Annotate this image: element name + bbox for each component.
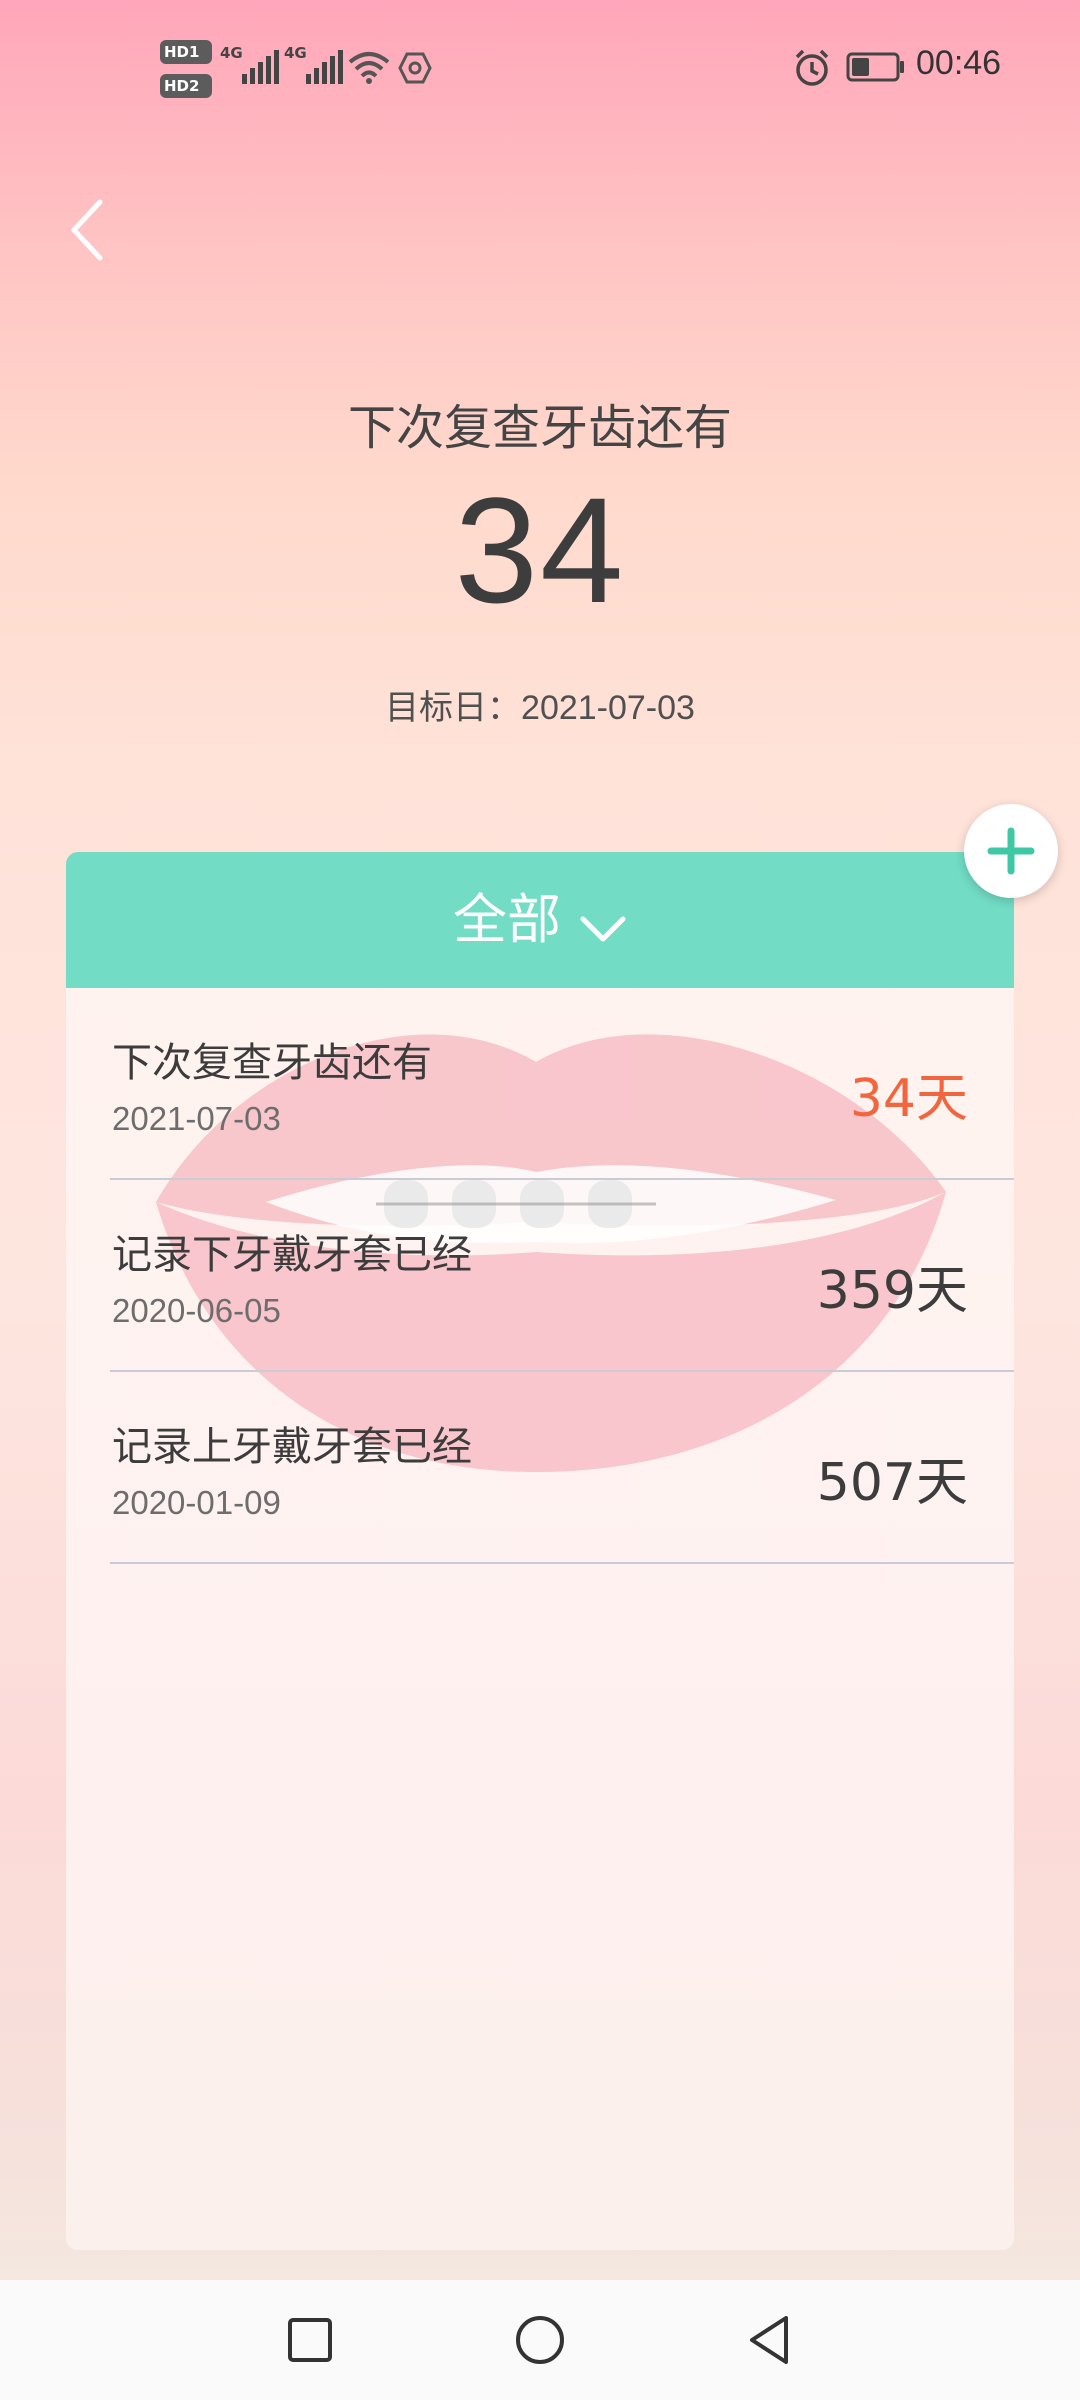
event-days: 507天 [816,1453,968,1513]
event-date: 2020-06-05 [112,1292,281,1329]
sim-indicators: HD1 HD2 [160,36,212,100]
event-date: 2021-07-03 [112,1100,281,1137]
event-row[interactable]: 记录上牙戴牙套已经 2020-01-09 507天 [66,1372,1014,1564]
signal-strength-icon: 4G [284,44,344,84]
back-nav-button[interactable] [740,2310,800,2370]
event-row[interactable]: 下次复查牙齿还有 2021-07-03 34天 [66,988,1014,1180]
event-days: 34天 [849,1069,968,1129]
hotspot-hex-icon [398,52,432,84]
event-row[interactable]: 记录下牙戴牙套已经 2020-06-05 359天 [66,1180,1014,1372]
alarm-icon [795,49,829,86]
triangle-back-icon [750,2316,788,2364]
back-button[interactable] [60,190,120,270]
battery-icon [846,52,904,82]
network-type-label: 4G [284,44,307,62]
add-event-button[interactable] [964,804,1058,898]
event-title: 记录下牙戴牙套已经 [112,1232,472,1278]
target-date-label: 目标日： [385,688,522,728]
sim2-hd-icon: HD2 [160,74,212,98]
square-icon [288,2318,332,2362]
event-title: 下次复查牙齿还有 [112,1040,432,1086]
event-title: 记录上牙戴牙套已经 [112,1424,472,1470]
clock: 00:46 [916,44,1002,82]
system-nav-bar [0,2280,1080,2400]
events-card: 全部 下次复查牙齿还有 2021-07-03 34天 记录下牙戴牙套已经 202… [66,852,1014,2250]
event-days: 359天 [816,1261,968,1321]
filter-label: 全部 [453,888,561,951]
network-type-label: 4G [220,44,243,62]
event-list: 下次复查牙齿还有 2021-07-03 34天 记录下牙戴牙套已经 2020-0… [66,988,1014,1564]
home-button[interactable] [510,2310,570,2370]
wifi-icon [348,52,390,84]
target-date-line: 目标日：2021-07-03 [0,680,1080,729]
event-date: 2020-01-09 [112,1484,281,1521]
plus-icon [987,827,1035,875]
countdown-headline: 下次复查牙齿还有 [347,400,732,456]
chevron-left-icon [71,199,103,261]
signal-strength-icon: 4G [220,44,280,84]
filter-dropdown[interactable]: 全部 [66,852,1014,988]
chevron-down-icon [580,916,626,941]
countdown-number: 34 [454,466,626,634]
target-date-value: 2021-07-03 [521,689,695,727]
recent-apps-button[interactable] [280,2310,340,2370]
circle-icon [516,2316,564,2364]
row-divider [110,1562,1014,1564]
status-bar: HD1 HD2 4G 4G 00:46 [0,0,1080,136]
sim1-hd-icon: HD1 [160,40,212,64]
